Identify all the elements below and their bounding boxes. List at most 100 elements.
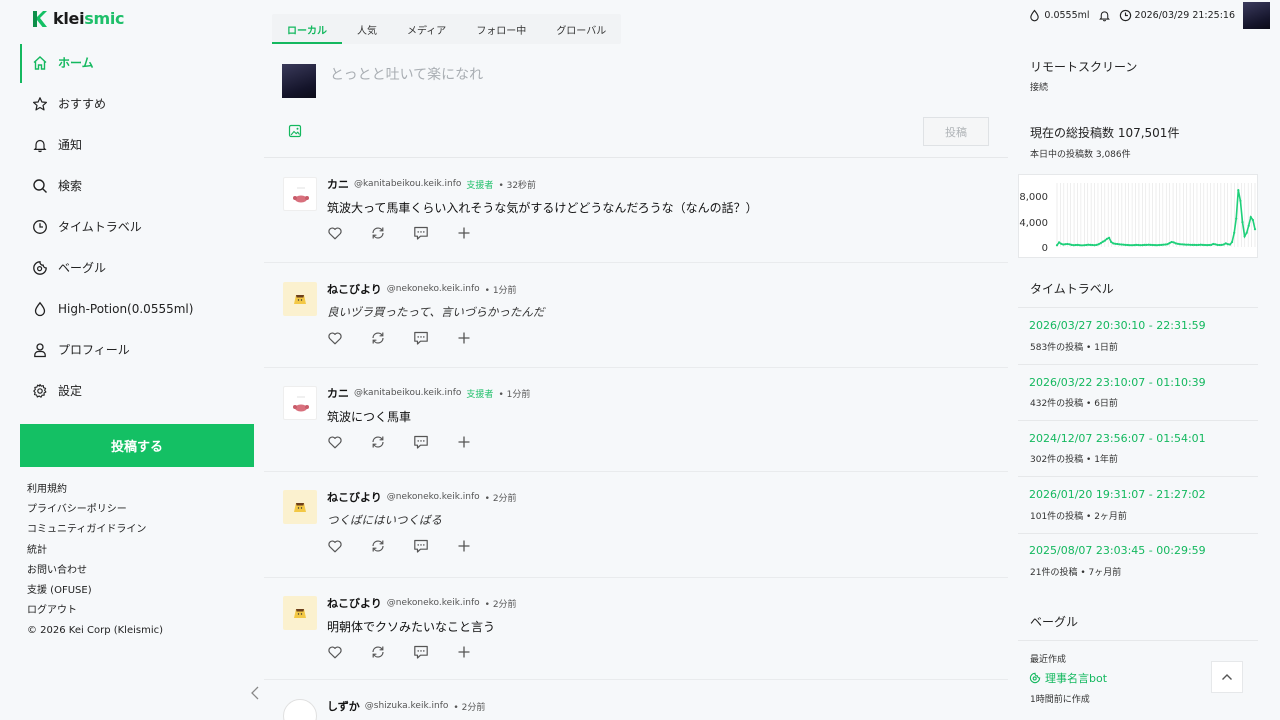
- time-travel-link[interactable]: 2026/01/20 19:31:07 - 21:27:02: [1029, 488, 1206, 501]
- time-travel-link[interactable]: 2026/03/27 20:30:10 - 22:31:59: [1029, 319, 1206, 332]
- author-name[interactable]: ねこびより: [327, 595, 382, 611]
- author-name[interactable]: ねこびより: [327, 281, 382, 297]
- current-datetime: 2026/03/29 21:25:16: [1134, 10, 1235, 21]
- post-time[interactable]: • 2分前: [485, 597, 517, 610]
- new-post-button[interactable]: 投稿する: [20, 424, 254, 467]
- avatar[interactable]: [283, 699, 317, 720]
- repost-icon: [372, 332, 384, 344]
- scroll-to-top-button[interactable]: [1211, 661, 1243, 693]
- footer-link-logout[interactable]: ログアウト: [27, 603, 163, 623]
- data-point: [1231, 240, 1234, 244]
- post-body: 明朝体でクソみたいなこと言う: [327, 620, 496, 634]
- data-point: [1095, 243, 1098, 246]
- potion-status[interactable]: 0.0555ml: [1028, 9, 1090, 22]
- like-button[interactable]: [327, 644, 370, 660]
- search-icon: [33, 178, 47, 193]
- nav-item-search[interactable]: 検索: [20, 165, 264, 206]
- more-button[interactable]: [456, 330, 499, 346]
- nav-item-settings[interactable]: 設定: [20, 370, 264, 411]
- clock-status: 2026/03/29 21:25:16: [1119, 9, 1235, 22]
- nav-item-notifications[interactable]: 通知: [20, 124, 264, 165]
- avatar[interactable]: [283, 177, 317, 211]
- tab-popular[interactable]: 人気: [342, 14, 392, 44]
- author-handle[interactable]: @nekoneko.keik.info: [387, 492, 480, 502]
- comment-icon: [414, 435, 428, 449]
- tab-local[interactable]: ローカル: [272, 14, 342, 44]
- tab-global[interactable]: グローバル: [541, 14, 621, 44]
- time-travel-link[interactable]: 2026/03/22 23:10:07 - 01:10:39: [1029, 376, 1206, 389]
- author-name[interactable]: ねこびより: [327, 489, 382, 505]
- like-button[interactable]: [327, 330, 370, 346]
- compose-box: とっとと吐いて楽になれ 投稿: [264, 44, 1008, 158]
- like-button[interactable]: [327, 434, 370, 450]
- author-handle[interactable]: @shizuka.keik.info: [365, 701, 449, 711]
- time-travel-link[interactable]: 2025/08/07 23:03:45 - 00:29:59: [1029, 544, 1206, 557]
- avatar[interactable]: [283, 596, 317, 630]
- reply-button[interactable]: [413, 538, 456, 554]
- more-button[interactable]: [456, 644, 499, 660]
- author-name[interactable]: カニ: [327, 385, 349, 401]
- more-button[interactable]: [456, 225, 499, 241]
- kleismic-logo[interactable]: kleismic: [32, 9, 125, 28]
- post-time[interactable]: • 2分前: [485, 491, 517, 504]
- divider: [1018, 533, 1258, 534]
- repost-button[interactable]: [370, 434, 413, 450]
- image-icon[interactable]: [288, 124, 302, 138]
- author-handle[interactable]: @kanitabeikou.keik.info: [354, 179, 461, 189]
- reply-button[interactable]: [413, 225, 456, 241]
- avatar[interactable]: [283, 490, 317, 524]
- data-point: [1128, 244, 1131, 247]
- nav-item-time-travel[interactable]: タイムトラベル: [20, 206, 264, 247]
- author-handle[interactable]: @nekoneko.keik.info: [387, 598, 480, 608]
- post-time[interactable]: • 1分前: [485, 283, 517, 296]
- bell-icon[interactable]: [1098, 9, 1111, 22]
- footer-link-privacy[interactable]: プライバシーポリシー: [27, 502, 163, 522]
- avatar[interactable]: [282, 64, 316, 98]
- more-button[interactable]: [456, 538, 499, 554]
- reply-button[interactable]: [413, 330, 456, 346]
- nav-item-high-potion[interactable]: High-Potion(0.0555ml): [20, 288, 264, 329]
- footer-link-guidelines[interactable]: コミュニティガイドライン: [27, 522, 163, 542]
- author-name[interactable]: しずか: [327, 698, 360, 714]
- data-point: [1135, 243, 1138, 246]
- data-point: [1072, 244, 1075, 247]
- time-travel-title: タイムトラベル: [1030, 282, 1114, 296]
- comment-icon: [414, 539, 428, 553]
- compose-input[interactable]: とっとと吐いて楽になれ: [330, 64, 483, 84]
- repost-button[interactable]: [370, 330, 413, 346]
- author-handle[interactable]: @nekoneko.keik.info: [387, 284, 480, 294]
- avatar[interactable]: [283, 386, 317, 420]
- nav-item-bagel[interactable]: ベーグル: [20, 247, 264, 288]
- like-button[interactable]: [327, 225, 370, 241]
- nav-item-home[interactable]: ホーム: [20, 42, 264, 83]
- author-name[interactable]: カニ: [327, 176, 349, 192]
- like-button[interactable]: [327, 538, 370, 554]
- footer-link-contact[interactable]: お問い合わせ: [27, 563, 163, 583]
- footer-link-support[interactable]: 支援 (OFUSE): [27, 583, 163, 603]
- reply-button[interactable]: [413, 644, 456, 660]
- post-time[interactable]: • 2分前: [453, 700, 485, 713]
- nav-item-profile[interactable]: プロフィール: [20, 329, 264, 370]
- collapse-sidebar-button[interactable]: [247, 684, 263, 702]
- footer-link-stats[interactable]: 統計: [27, 543, 163, 563]
- nav-item-recommend[interactable]: おすすめ: [20, 83, 264, 124]
- avatar[interactable]: [283, 282, 317, 316]
- footer-link-terms[interactable]: 利用規約: [27, 482, 163, 502]
- bagel-bot-link[interactable]: 理事名言bot: [1029, 670, 1107, 686]
- remote-screen-status[interactable]: 接続: [1030, 80, 1048, 93]
- heart-icon: [328, 227, 342, 240]
- post-time[interactable]: • 32秒前: [498, 178, 536, 191]
- tab-following[interactable]: フォロー中: [461, 14, 541, 44]
- tab-media[interactable]: メディア: [392, 14, 461, 44]
- repost-button[interactable]: [370, 225, 413, 241]
- more-button[interactable]: [456, 434, 499, 450]
- time-travel-link[interactable]: 2024/12/07 23:56:07 - 01:54:01: [1029, 432, 1206, 445]
- user-avatar[interactable]: [1243, 2, 1270, 29]
- post-time[interactable]: • 1分前: [498, 387, 530, 400]
- submit-post-button[interactable]: 投稿: [923, 117, 989, 146]
- repost-button[interactable]: [370, 644, 413, 660]
- data-point: [1170, 240, 1173, 244]
- repost-button[interactable]: [370, 538, 413, 554]
- author-handle[interactable]: @kanitabeikou.keik.info: [354, 388, 461, 398]
- reply-button[interactable]: [413, 434, 456, 450]
